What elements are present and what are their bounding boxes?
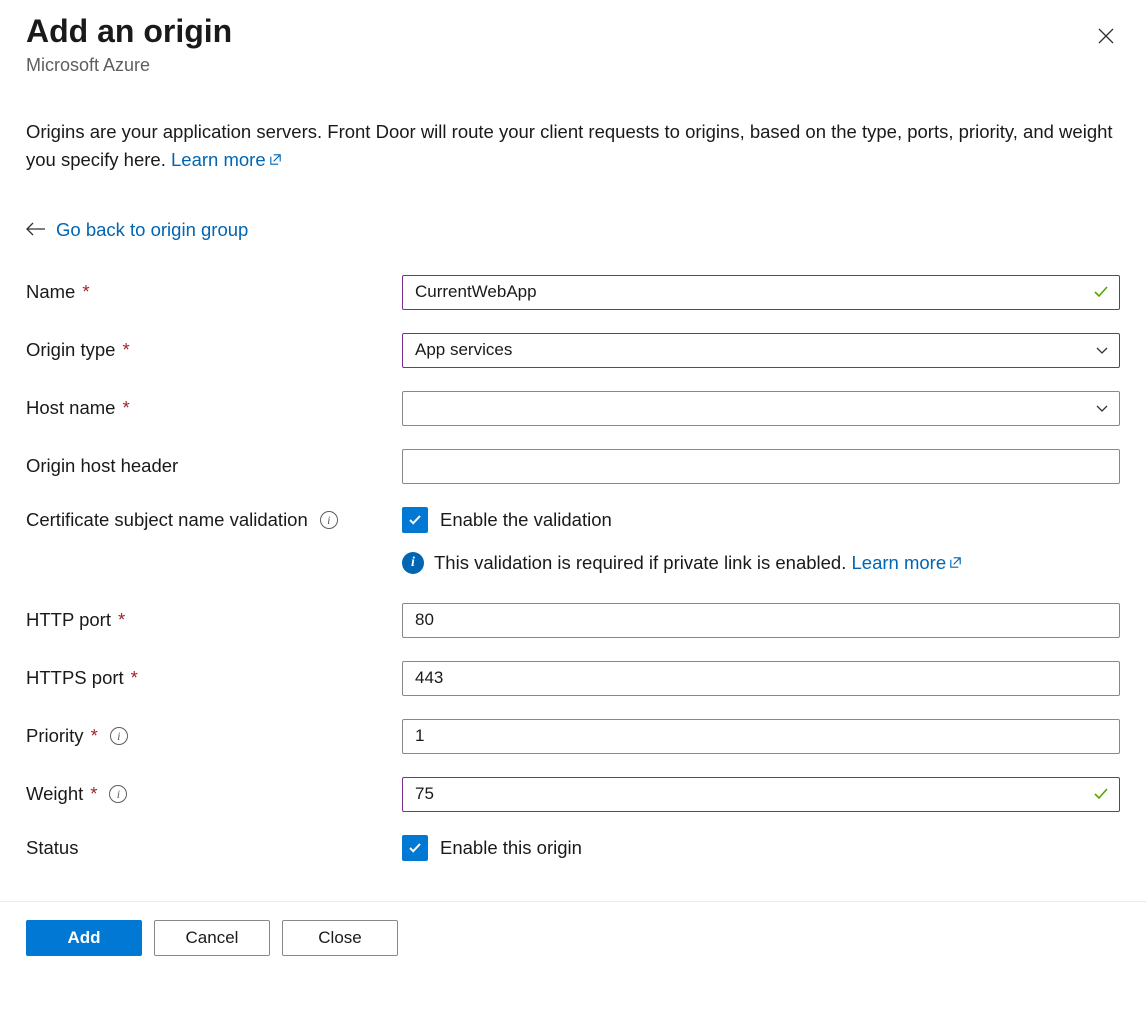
weight-label: Weight bbox=[26, 783, 83, 805]
cert-validation-learn-more-link[interactable]: Learn more bbox=[852, 552, 964, 573]
priority-label: Priority bbox=[26, 725, 84, 747]
http-port-label: HTTP port bbox=[26, 609, 111, 631]
learn-more-link[interactable]: Learn more bbox=[171, 149, 283, 170]
origin-type-select[interactable]: App services bbox=[402, 333, 1120, 368]
cancel-button[interactable]: Cancel bbox=[154, 920, 270, 956]
https-port-label: HTTPS port bbox=[26, 667, 124, 689]
back-arrow-icon bbox=[26, 219, 46, 241]
info-badge-icon: i bbox=[402, 552, 424, 574]
cert-validation-info: i This validation is required if private… bbox=[402, 552, 1120, 575]
status-label: Status bbox=[26, 837, 78, 859]
cert-validation-info-text: This validation is required if private l… bbox=[434, 552, 852, 573]
field-cert-validation: Certificate subject name validation i Ena… bbox=[26, 507, 1120, 533]
field-origin-host-header: Origin host header bbox=[26, 449, 1120, 484]
host-name-label: Host name bbox=[26, 397, 115, 419]
field-priority: Priority * i bbox=[26, 719, 1120, 754]
origin-host-header-label: Origin host header bbox=[26, 455, 178, 477]
back-to-origin-group-link[interactable]: Go back to origin group bbox=[56, 219, 248, 241]
field-http-port: HTTP port * bbox=[26, 603, 1120, 638]
external-link-icon bbox=[948, 553, 963, 575]
check-icon bbox=[406, 511, 424, 529]
close-icon-button[interactable] bbox=[1092, 22, 1120, 53]
description-text: Origins are your application servers. Fr… bbox=[26, 118, 1120, 175]
cert-validation-checkbox-label: Enable the validation bbox=[440, 509, 612, 531]
required-icon: * bbox=[131, 667, 138, 689]
weight-input[interactable] bbox=[402, 777, 1120, 812]
origin-type-label: Origin type bbox=[26, 339, 115, 361]
field-https-port: HTTPS port * bbox=[26, 661, 1120, 696]
close-button[interactable]: Close bbox=[282, 920, 398, 956]
field-host-name: Host name * bbox=[26, 391, 1120, 426]
info-icon[interactable]: i bbox=[110, 727, 128, 745]
external-link-icon bbox=[268, 147, 283, 175]
required-icon: * bbox=[91, 725, 98, 747]
cert-validation-label: Certificate subject name validation bbox=[26, 509, 308, 531]
field-weight: Weight * i bbox=[26, 777, 1120, 812]
status-checkbox[interactable] bbox=[402, 835, 428, 861]
close-icon bbox=[1096, 26, 1116, 46]
field-name: Name * bbox=[26, 275, 1120, 310]
add-button[interactable]: Add bbox=[26, 920, 142, 956]
cert-validation-checkbox[interactable] bbox=[402, 507, 428, 533]
https-port-input[interactable] bbox=[402, 661, 1120, 696]
name-label: Name bbox=[26, 281, 75, 303]
field-status: Status Enable this origin bbox=[26, 835, 1120, 861]
required-icon: * bbox=[122, 397, 129, 419]
name-input[interactable] bbox=[402, 275, 1120, 310]
status-checkbox-label: Enable this origin bbox=[440, 837, 582, 859]
panel-subtitle: Microsoft Azure bbox=[26, 55, 232, 76]
priority-input[interactable] bbox=[402, 719, 1120, 754]
origin-host-header-input[interactable] bbox=[402, 449, 1120, 484]
info-icon[interactable]: i bbox=[320, 511, 338, 529]
panel-title: Add an origin bbox=[26, 14, 232, 49]
required-icon: * bbox=[122, 339, 129, 361]
required-icon: * bbox=[82, 281, 89, 303]
http-port-input[interactable] bbox=[402, 603, 1120, 638]
field-origin-type: Origin type * App services bbox=[26, 333, 1120, 368]
required-icon: * bbox=[118, 609, 125, 631]
check-icon bbox=[406, 839, 424, 857]
host-name-select[interactable] bbox=[402, 391, 1120, 426]
footer-actions: Add Cancel Close bbox=[0, 901, 1146, 982]
info-icon[interactable]: i bbox=[109, 785, 127, 803]
required-icon: * bbox=[90, 783, 97, 805]
